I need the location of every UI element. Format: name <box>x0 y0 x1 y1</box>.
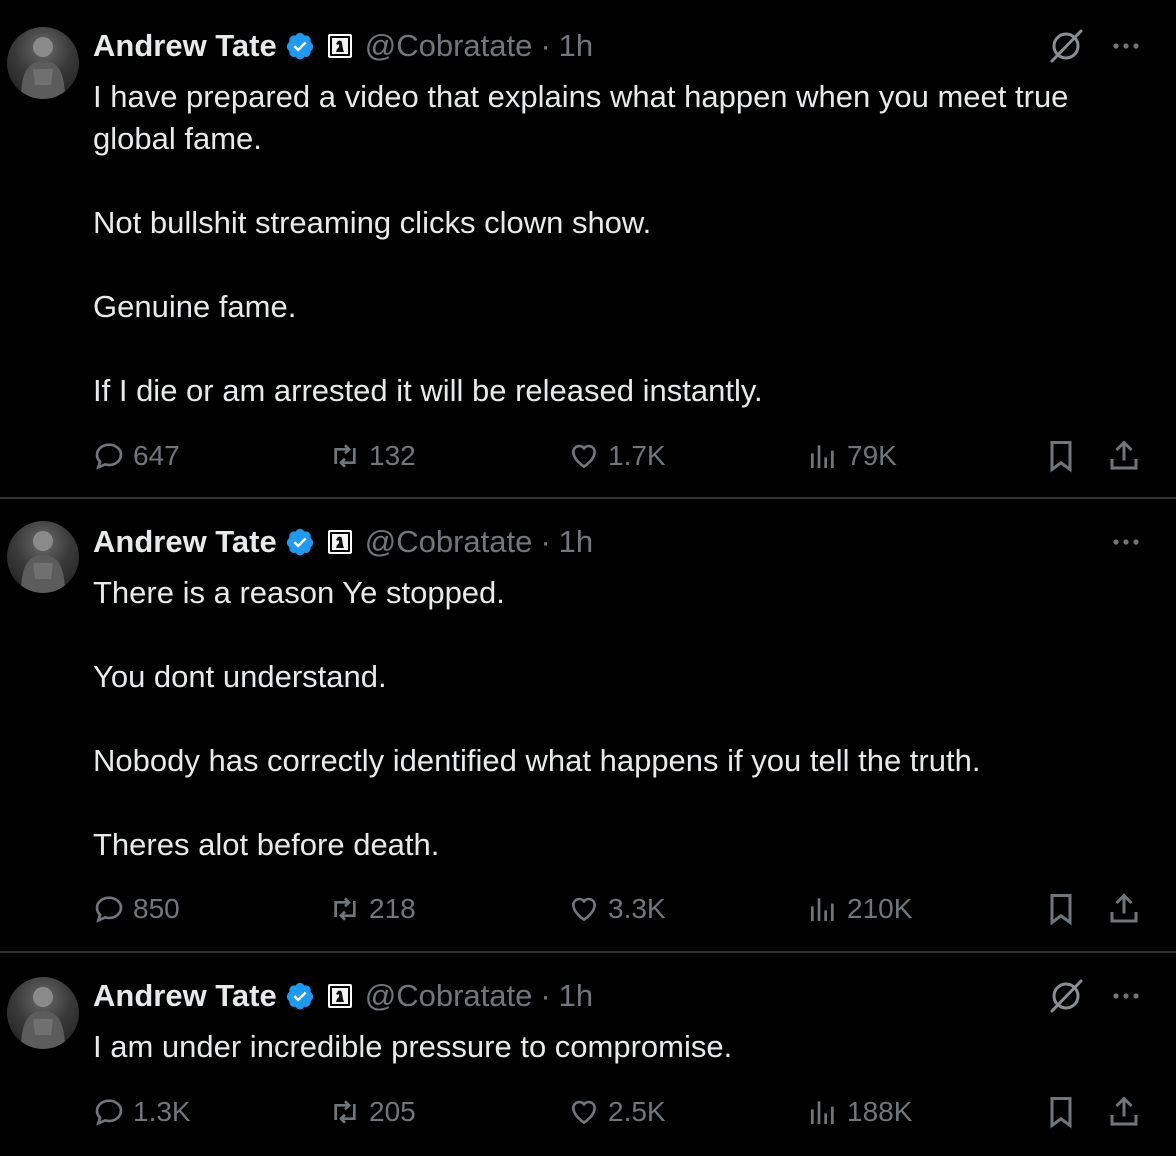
author-handle[interactable]: @Cobratate <box>365 524 533 560</box>
views-button[interactable]: 210K <box>807 889 912 929</box>
tweet-paragraph: I have prepared a video that explains wh… <box>93 79 1078 156</box>
verified-badge-icon[interactable] <box>285 527 315 557</box>
repost-count: 132 <box>369 440 416 471</box>
views-icon <box>811 1101 834 1124</box>
tweet-paragraph: If I die or am arrested it will be relea… <box>93 373 763 408</box>
like-count: 2.5K <box>608 1096 666 1127</box>
timestamp[interactable]: 1h <box>559 978 593 1014</box>
tweet-text: I am under incredible pressure to compro… <box>93 1026 1133 1068</box>
views-count: 188K <box>847 1096 913 1127</box>
reply-icon <box>95 1099 123 1126</box>
author-handle[interactable]: @Cobratate <box>365 978 533 1014</box>
like-button[interactable]: 1.7K <box>568 436 666 476</box>
tweet-2[interactable]: Andrew Tate @Cobratate · 1h There is a r… <box>0 499 1176 951</box>
like-count: 3.3K <box>608 893 666 924</box>
reply-icon <box>95 896 123 923</box>
grok-icon[interactable] <box>1046 976 1086 1016</box>
tweet-paragraph: Theres alot before death. <box>93 827 440 862</box>
views-button[interactable]: 79K <box>807 436 897 476</box>
like-count: 1.7K <box>608 440 666 471</box>
avatar-image <box>21 987 65 1049</box>
more-icon[interactable] <box>1108 524 1144 560</box>
views-count: 210K <box>847 893 913 924</box>
repost-icon <box>334 897 356 921</box>
tweet-1[interactable]: Andrew Tate @Cobratate · 1h I have prepa… <box>0 0 1176 497</box>
avatar[interactable] <box>7 977 79 1049</box>
grok-icon[interactable] <box>1046 26 1086 66</box>
tweet-paragraph: You dont understand. <box>93 659 387 694</box>
tweet-header: Andrew Tate @Cobratate · 1h <box>93 26 593 66</box>
timestamp[interactable]: 1h <box>559 28 593 64</box>
repost-icon <box>334 1100 356 1124</box>
views-count: 79K <box>847 440 897 471</box>
reply-count: 647 <box>133 440 180 471</box>
bookmark-icon[interactable] <box>1043 438 1079 474</box>
repost-button[interactable]: 205 <box>329 1092 416 1132</box>
author-name[interactable]: Andrew Tate <box>93 978 277 1014</box>
verified-badge-icon[interactable] <box>285 31 315 61</box>
author-name[interactable]: Andrew Tate <box>93 524 277 560</box>
author-name[interactable]: Andrew Tate <box>93 28 277 64</box>
tweet-3[interactable]: Andrew Tate @Cobratate · 1h I am under i… <box>0 953 1176 1156</box>
avatar[interactable] <box>7 27 79 99</box>
timeline-feed: Andrew Tate @Cobratate · 1h I have prepa… <box>0 0 1176 1156</box>
repost-count: 205 <box>369 1096 416 1127</box>
separator-dot: · <box>540 978 551 1013</box>
avatar-image <box>21 37 65 99</box>
views-icon <box>811 445 834 468</box>
tweet-header: Andrew Tate @Cobratate · 1h <box>93 976 593 1016</box>
heart-icon <box>571 1100 597 1125</box>
tweet-paragraph: There is a reason Ye stopped. <box>93 575 505 610</box>
separator-dot: · <box>540 28 551 63</box>
tweet-actions: 1.3K 205 2.5K 188K <box>93 1092 1153 1132</box>
reply-button[interactable]: 647 <box>93 436 180 476</box>
views-button[interactable]: 188K <box>807 1092 912 1132</box>
tweet-text: I have prepared a video that explains wh… <box>93 76 1133 412</box>
verified-badge-icon[interactable] <box>285 981 315 1011</box>
affiliate-badge-icon[interactable] <box>327 983 353 1009</box>
avatar[interactable] <box>7 521 79 593</box>
more-icon[interactable] <box>1108 28 1144 64</box>
repost-button[interactable]: 218 <box>329 889 416 929</box>
like-button[interactable]: 2.5K <box>568 1092 666 1132</box>
repost-button[interactable]: 132 <box>329 436 416 476</box>
repost-icon <box>334 444 356 468</box>
reply-icon <box>95 443 123 470</box>
share-icon[interactable] <box>1106 438 1142 474</box>
tweet-paragraph: I am under incredible pressure to compro… <box>93 1029 733 1064</box>
author-handle[interactable]: @Cobratate <box>365 28 533 64</box>
tweet-paragraph: Not bullshit streaming clicks clown show… <box>93 205 652 240</box>
share-icon[interactable] <box>1106 1094 1142 1130</box>
more-icon[interactable] <box>1108 978 1144 1014</box>
tweet-actions: 647 132 1.7K 79K <box>93 436 1153 476</box>
reply-count: 1.3K <box>133 1096 191 1127</box>
repost-count: 218 <box>369 893 416 924</box>
affiliate-badge-icon[interactable] <box>327 33 353 59</box>
timestamp[interactable]: 1h <box>559 524 593 560</box>
reply-button[interactable]: 850 <box>93 889 180 929</box>
bookmark-icon[interactable] <box>1043 891 1079 927</box>
reply-count: 850 <box>133 893 180 924</box>
heart-icon <box>571 444 597 469</box>
tweet-paragraph: Genuine fame. <box>93 289 297 324</box>
tweet-paragraph: Nobody has correctly identified what hap… <box>93 743 981 778</box>
bookmark-icon[interactable] <box>1043 1094 1079 1130</box>
views-icon <box>811 898 834 921</box>
tweet-text: There is a reason Ye stopped. You dont u… <box>93 572 1133 866</box>
reply-button[interactable]: 1.3K <box>93 1092 191 1132</box>
affiliate-badge-icon[interactable] <box>327 529 353 555</box>
tweet-actions: 850 218 3.3K 210K <box>93 889 1153 929</box>
tweet-header: Andrew Tate @Cobratate · 1h <box>93 522 593 562</box>
heart-icon <box>571 897 597 922</box>
avatar-image <box>21 531 65 593</box>
separator-dot: · <box>540 524 551 559</box>
like-button[interactable]: 3.3K <box>568 889 666 929</box>
share-icon[interactable] <box>1106 891 1142 927</box>
